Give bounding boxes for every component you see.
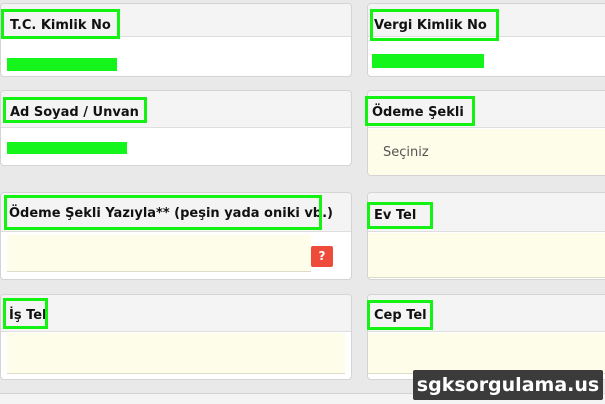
vergi-kimlik-highlight [370, 9, 499, 41]
odeme-sekli-selected: Seçiniz [383, 145, 429, 160]
vergi-kimlik-redacted-value[interactable] [372, 54, 484, 68]
is-tel-input[interactable] [7, 333, 345, 374]
ad-soyad-highlight [3, 97, 147, 123]
tc-kimlik-redacted-value[interactable] [7, 58, 117, 71]
odeme-yaziyla-highlight [4, 195, 322, 230]
tc-kimlik-highlight [1, 9, 120, 39]
cep-tel-input[interactable] [368, 333, 605, 374]
is-tel-header [1, 295, 351, 332]
ev-tel-input[interactable] [368, 233, 605, 278]
odeme-sekli-highlight [365, 96, 475, 126]
ad-soyad-redacted-value[interactable] [7, 142, 127, 154]
is-tel-card: İş Tel [0, 294, 352, 380]
odeme-yaziyla-input[interactable] [7, 235, 311, 272]
ev-tel-highlight [367, 202, 433, 229]
help-button[interactable]: ? [311, 246, 333, 267]
watermark: sgksorgulama.us [413, 370, 603, 400]
cep-tel-highlight [367, 300, 433, 330]
is-tel-highlight [3, 298, 48, 329]
odeme-sekli-select[interactable]: Seçiniz [368, 129, 605, 175]
